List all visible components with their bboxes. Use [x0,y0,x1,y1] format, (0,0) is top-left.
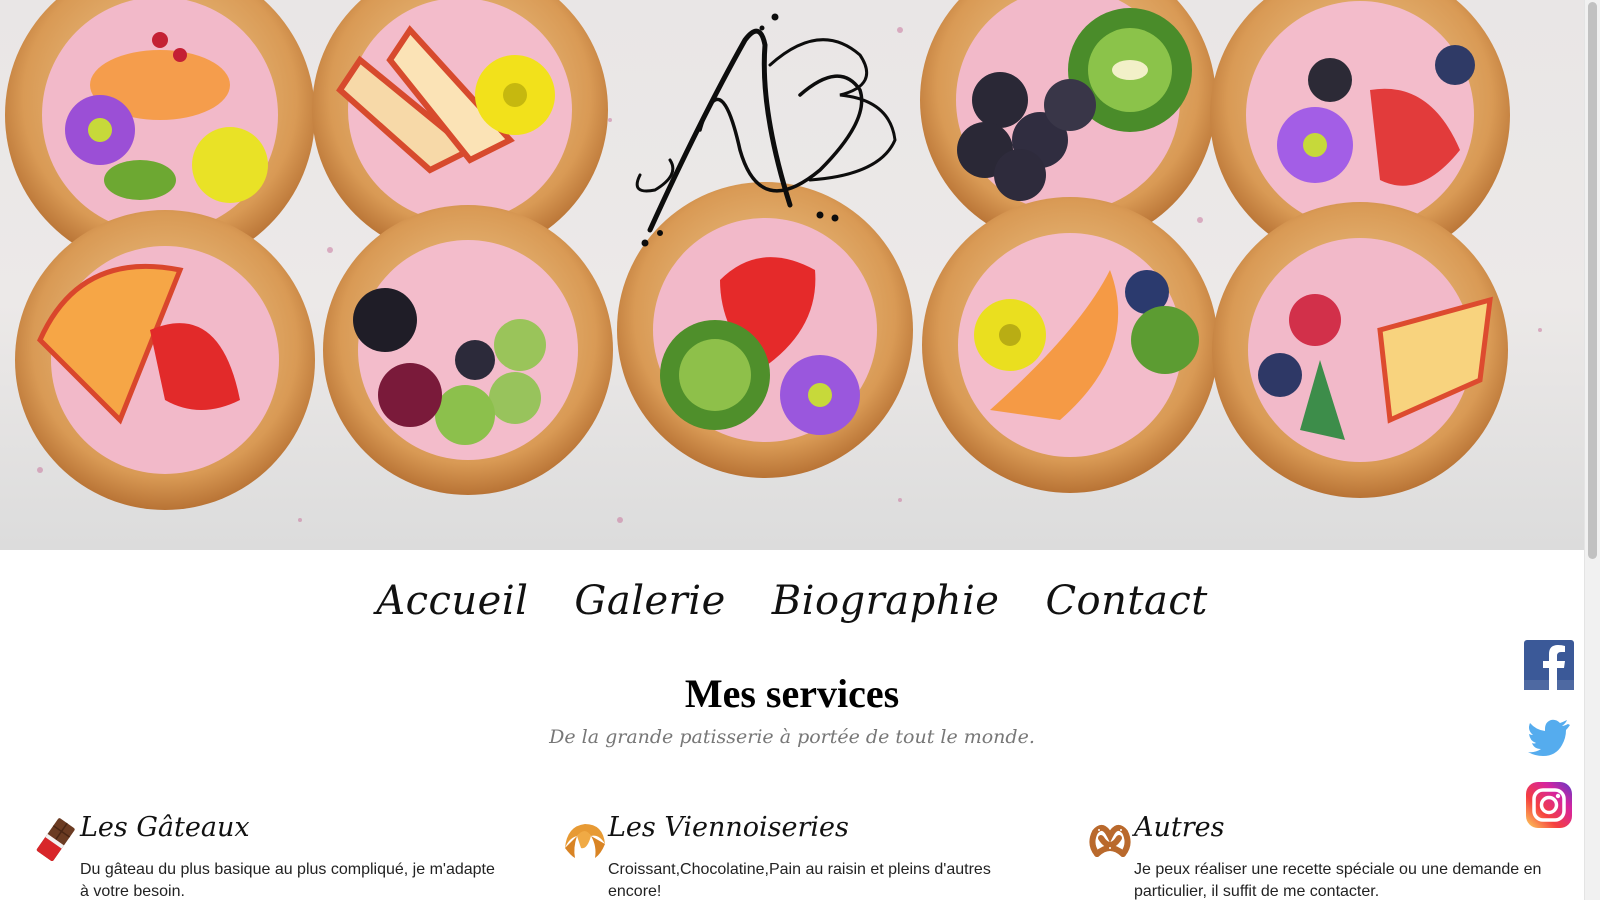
hero-pastry-image [5,0,1542,523]
nav-link-accueil[interactable]: Accueil [376,578,528,624]
nav-link-contact[interactable]: Contact [1045,578,1207,624]
service-description: Du gâteau du plus basique au plus compli… [80,861,495,900]
twitter-icon[interactable] [1524,710,1574,760]
nav-link-biographie[interactable]: Biographie [772,578,1000,624]
services-title: Mes services [684,671,900,716]
facebook-icon[interactable] [1524,640,1574,690]
pretzel-icon [1089,824,1131,857]
service-description: Je peux réaliser une recette spéciale ou… [1134,861,1542,900]
service-description: Croissant,Chocolatine,Pain au raisin et … [608,861,991,900]
service-title: Les Gâteaux [80,812,250,843]
service-title: Autres [1134,812,1225,843]
services-subtitle: De la grande patisserie à portée de tout… [549,726,1035,748]
main-nav: Accueil Galerie Biographie Contact [0,578,1584,624]
croissant-icon [565,824,605,858]
nav-link-galerie[interactable]: Galerie [574,578,725,624]
service-title: Les Viennoiseries [608,812,849,843]
instagram-icon[interactable] [1524,780,1574,830]
chocolate-bar-icon [36,818,75,861]
hero-banner [0,0,1584,550]
page-scrollbar[interactable] [1584,0,1600,900]
scrollbar-thumb[interactable] [1588,2,1597,559]
